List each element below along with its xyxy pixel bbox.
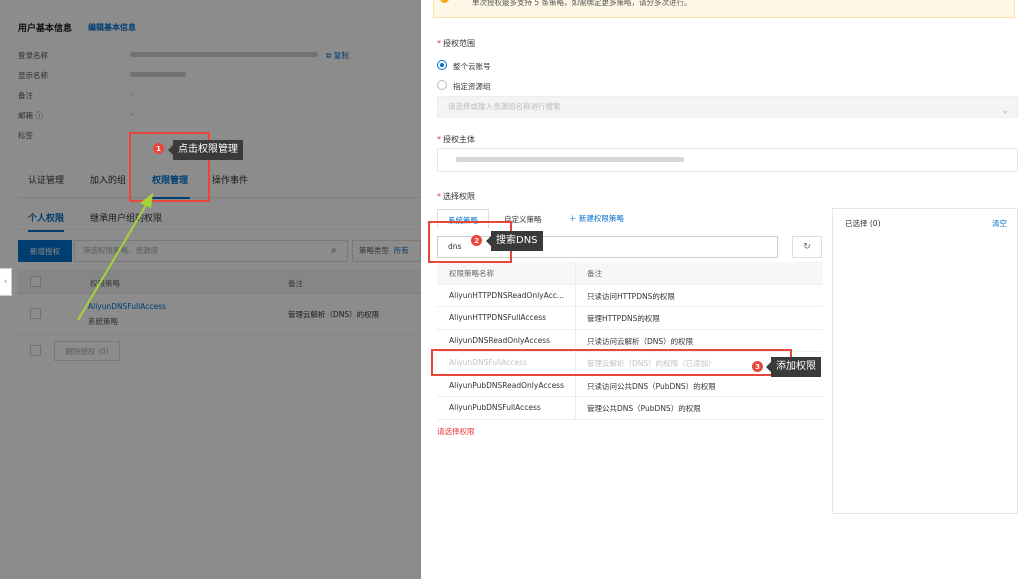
bulk-checkbox[interactable] xyxy=(30,345,41,356)
resource-group-select[interactable]: 请选择或输入资源组名称进行搜索 ⌄ xyxy=(437,96,1018,118)
copy-icon: ⧉ xyxy=(326,51,332,60)
tab-inherited-permissions[interactable]: 继承用户组的权限 xyxy=(90,211,162,224)
field-label-display: 显示名称 xyxy=(18,71,48,80)
col-note: 备注 xyxy=(288,279,303,288)
radio-resource-group-label: 指定资源组 xyxy=(453,82,491,91)
tab-system-policy[interactable]: 系统策略 xyxy=(437,209,489,229)
tab-auth[interactable]: 认证管理 xyxy=(28,173,64,186)
selected-title: 已选择 (0) xyxy=(845,219,881,228)
radio-whole-account-label: 整个云账号 xyxy=(453,62,491,71)
field-label-remark: 备注 xyxy=(18,91,33,100)
tab-permissions[interactable]: 权限管理 xyxy=(149,173,191,199)
warning-icon xyxy=(440,0,449,3)
notice-text: 单次授权最多支持 5 条策略，如需绑定更多策略，请分多次进行。 xyxy=(472,0,692,7)
section-title: 用户基本信息 xyxy=(18,24,73,34)
step-tooltip-1: 点击权限管理 xyxy=(168,140,243,160)
col-policy-name: 权限策略名称 xyxy=(449,269,494,278)
policy-row-note: 管理HTTPDNS的权限 xyxy=(587,314,660,323)
step-badge-3: 3 xyxy=(752,361,763,372)
tab-groups[interactable]: 加入的组 xyxy=(90,173,130,186)
user-detail-page: 用户基本信息 编辑基本信息 登录名称 ⧉ 复制 显示名称 备注 - 邮箱 ⓘ -… xyxy=(0,0,421,579)
policy-row[interactable]: AliyunDNSReadOnlyAccess 只读访问云解析（DNS）的权限 xyxy=(437,329,823,352)
field-label-tags: 标签 xyxy=(18,131,33,140)
tab-custom-policy[interactable]: 自定义策略 xyxy=(494,209,552,229)
policy-row-note: 只读访问公共DNS（PubDNS）的权限 xyxy=(587,381,716,391)
copy-label: 复制 xyxy=(333,51,349,60)
tab-events[interactable]: 操作事件 xyxy=(212,173,248,186)
principal-label: * 授权主体 xyxy=(437,135,475,144)
table-row: AliyunDNSFullAccess 系统策略 管理云解析（DNS）的权限 xyxy=(18,295,421,335)
policy-row-name: AliyunDNSReadOnlyAccess xyxy=(449,335,551,345)
resource-group-placeholder: 请选择或输入资源组名称进行搜索 xyxy=(448,102,561,111)
sub-tabs: 个人权限 继承用户组的权限 xyxy=(18,200,421,232)
permissions-table-header: 权限策略 备注 xyxy=(18,270,421,294)
field-label-login: 登录名称 xyxy=(18,51,48,60)
principal-value xyxy=(456,157,684,162)
policy-type: 系统策略 xyxy=(88,317,118,326)
login-name-value xyxy=(130,52,318,57)
search-icon[interactable]: ⌕ xyxy=(331,245,337,256)
step-tooltip-3: 添加权限 xyxy=(766,357,821,377)
collapse-handle[interactable]: ‹ xyxy=(0,268,12,296)
step-badge-2: 2 xyxy=(471,235,482,246)
select-permission-label: * 选择权限 xyxy=(437,192,475,201)
field-value-remark: - xyxy=(130,90,133,99)
col-policy: 权限策略 xyxy=(90,279,120,288)
policy-row-name: AliyunHTTPDNSFullAccess xyxy=(449,313,547,322)
new-policy-label: 新建权限策略 xyxy=(578,214,624,223)
policy-row[interactable]: AliyunPubDNSReadOnlyAccess 只读访问公共DNS（Pub… xyxy=(437,374,823,397)
policy-type-select[interactable]: 策略类型 所有 xyxy=(352,240,421,262)
policy-row[interactable]: AliyunHTTPDNSFullAccess 管理HTTPDNS的权限 xyxy=(437,307,823,330)
scope-label: * 授权范围 xyxy=(437,39,475,48)
policy-name-link[interactable]: AliyunDNSFullAccess xyxy=(88,302,166,311)
policy-row-name: AliyunDNSFullAccess xyxy=(449,358,527,367)
policy-row-note: 管理公共DNS（PubDNS）的权限 xyxy=(587,404,701,413)
policy-type-label: 策略类型 xyxy=(359,246,389,255)
policy-table: 权限策略名称 备注 AliyunHTTPDNSReadOnlyAcc... 只读… xyxy=(437,262,823,420)
chevron-down-icon: ⌄ xyxy=(1001,106,1009,116)
clear-link[interactable]: 清空 xyxy=(992,218,1007,229)
step-tooltip-2: 搜索DNS xyxy=(486,231,543,251)
radio-whole-account[interactable] xyxy=(437,60,447,70)
policy-row[interactable]: AliyunPubDNSFullAccess 管理公共DNS（PubDNS）的权… xyxy=(437,397,823,420)
display-name-value xyxy=(130,72,186,77)
refresh-button[interactable]: ↻ xyxy=(792,236,822,258)
grant-permission-drawer: 单次授权最多支持 5 条策略，如需绑定更多策略，请分多次进行。 * 授权范围 整个… xyxy=(421,0,1024,579)
chevron-left-icon: ‹ xyxy=(3,277,8,287)
edit-basic-info-link[interactable]: 编辑基本信息 xyxy=(88,22,136,33)
row-checkbox[interactable] xyxy=(30,308,41,319)
notice-banner: 单次授权最多支持 5 条策略，如需绑定更多策略，请分多次进行。 xyxy=(433,0,1015,18)
policy-row-name: AliyunPubDNSReadOnlyAccess xyxy=(449,380,564,390)
revoke-button[interactable]: 解除授权 (0) xyxy=(54,341,120,361)
policy-table-header: 权限策略名称 备注 xyxy=(437,262,823,285)
tab-personal-permissions[interactable]: 个人权限 xyxy=(28,211,65,232)
policy-row-note: 管理云解析（DNS）的权限（已添加） xyxy=(587,359,716,368)
new-policy-link[interactable]: ＋ 新建权限策略 xyxy=(569,213,624,224)
select-all-checkbox[interactable] xyxy=(30,276,41,287)
main-tabs: 认证管理 加入的组 权限管理 操作事件 xyxy=(18,160,421,199)
policy-row-name: AliyunPubDNSFullAccess xyxy=(449,403,541,412)
field-value-email: - xyxy=(130,110,133,119)
principal-field[interactable] xyxy=(437,148,1018,172)
step-badge-1: 1 xyxy=(153,143,164,154)
col-policy-note: 备注 xyxy=(587,269,602,278)
filter-input[interactable]: 筛选权限策略、资源组 xyxy=(74,240,348,262)
policy-note: 管理云解析（DNS）的权限 xyxy=(288,310,380,319)
field-label-email: 邮箱 ⓘ xyxy=(18,111,43,120)
policy-row-note: 只读访问云解析（DNS）的权限 xyxy=(587,336,694,346)
selected-panel: 已选择 (0) 清空 xyxy=(832,208,1018,514)
plus-icon: ＋ xyxy=(569,214,577,223)
policy-row-note: 只读访问HTTPDNS的权限 xyxy=(587,291,675,301)
copy-link[interactable]: ⧉ 复制 xyxy=(326,50,349,61)
refresh-icon: ↻ xyxy=(803,242,811,252)
add-grant-button[interactable]: 新增授权 xyxy=(18,240,72,262)
policy-row[interactable]: AliyunHTTPDNSReadOnlyAcc... 只读访问HTTPDNS的… xyxy=(437,284,823,307)
policy-type-value: 所有 xyxy=(393,246,409,255)
radio-resource-group[interactable] xyxy=(437,80,447,90)
error-message: 请选择权限 xyxy=(437,427,475,436)
policy-row-name: AliyunHTTPDNSReadOnlyAcc... xyxy=(449,290,565,300)
